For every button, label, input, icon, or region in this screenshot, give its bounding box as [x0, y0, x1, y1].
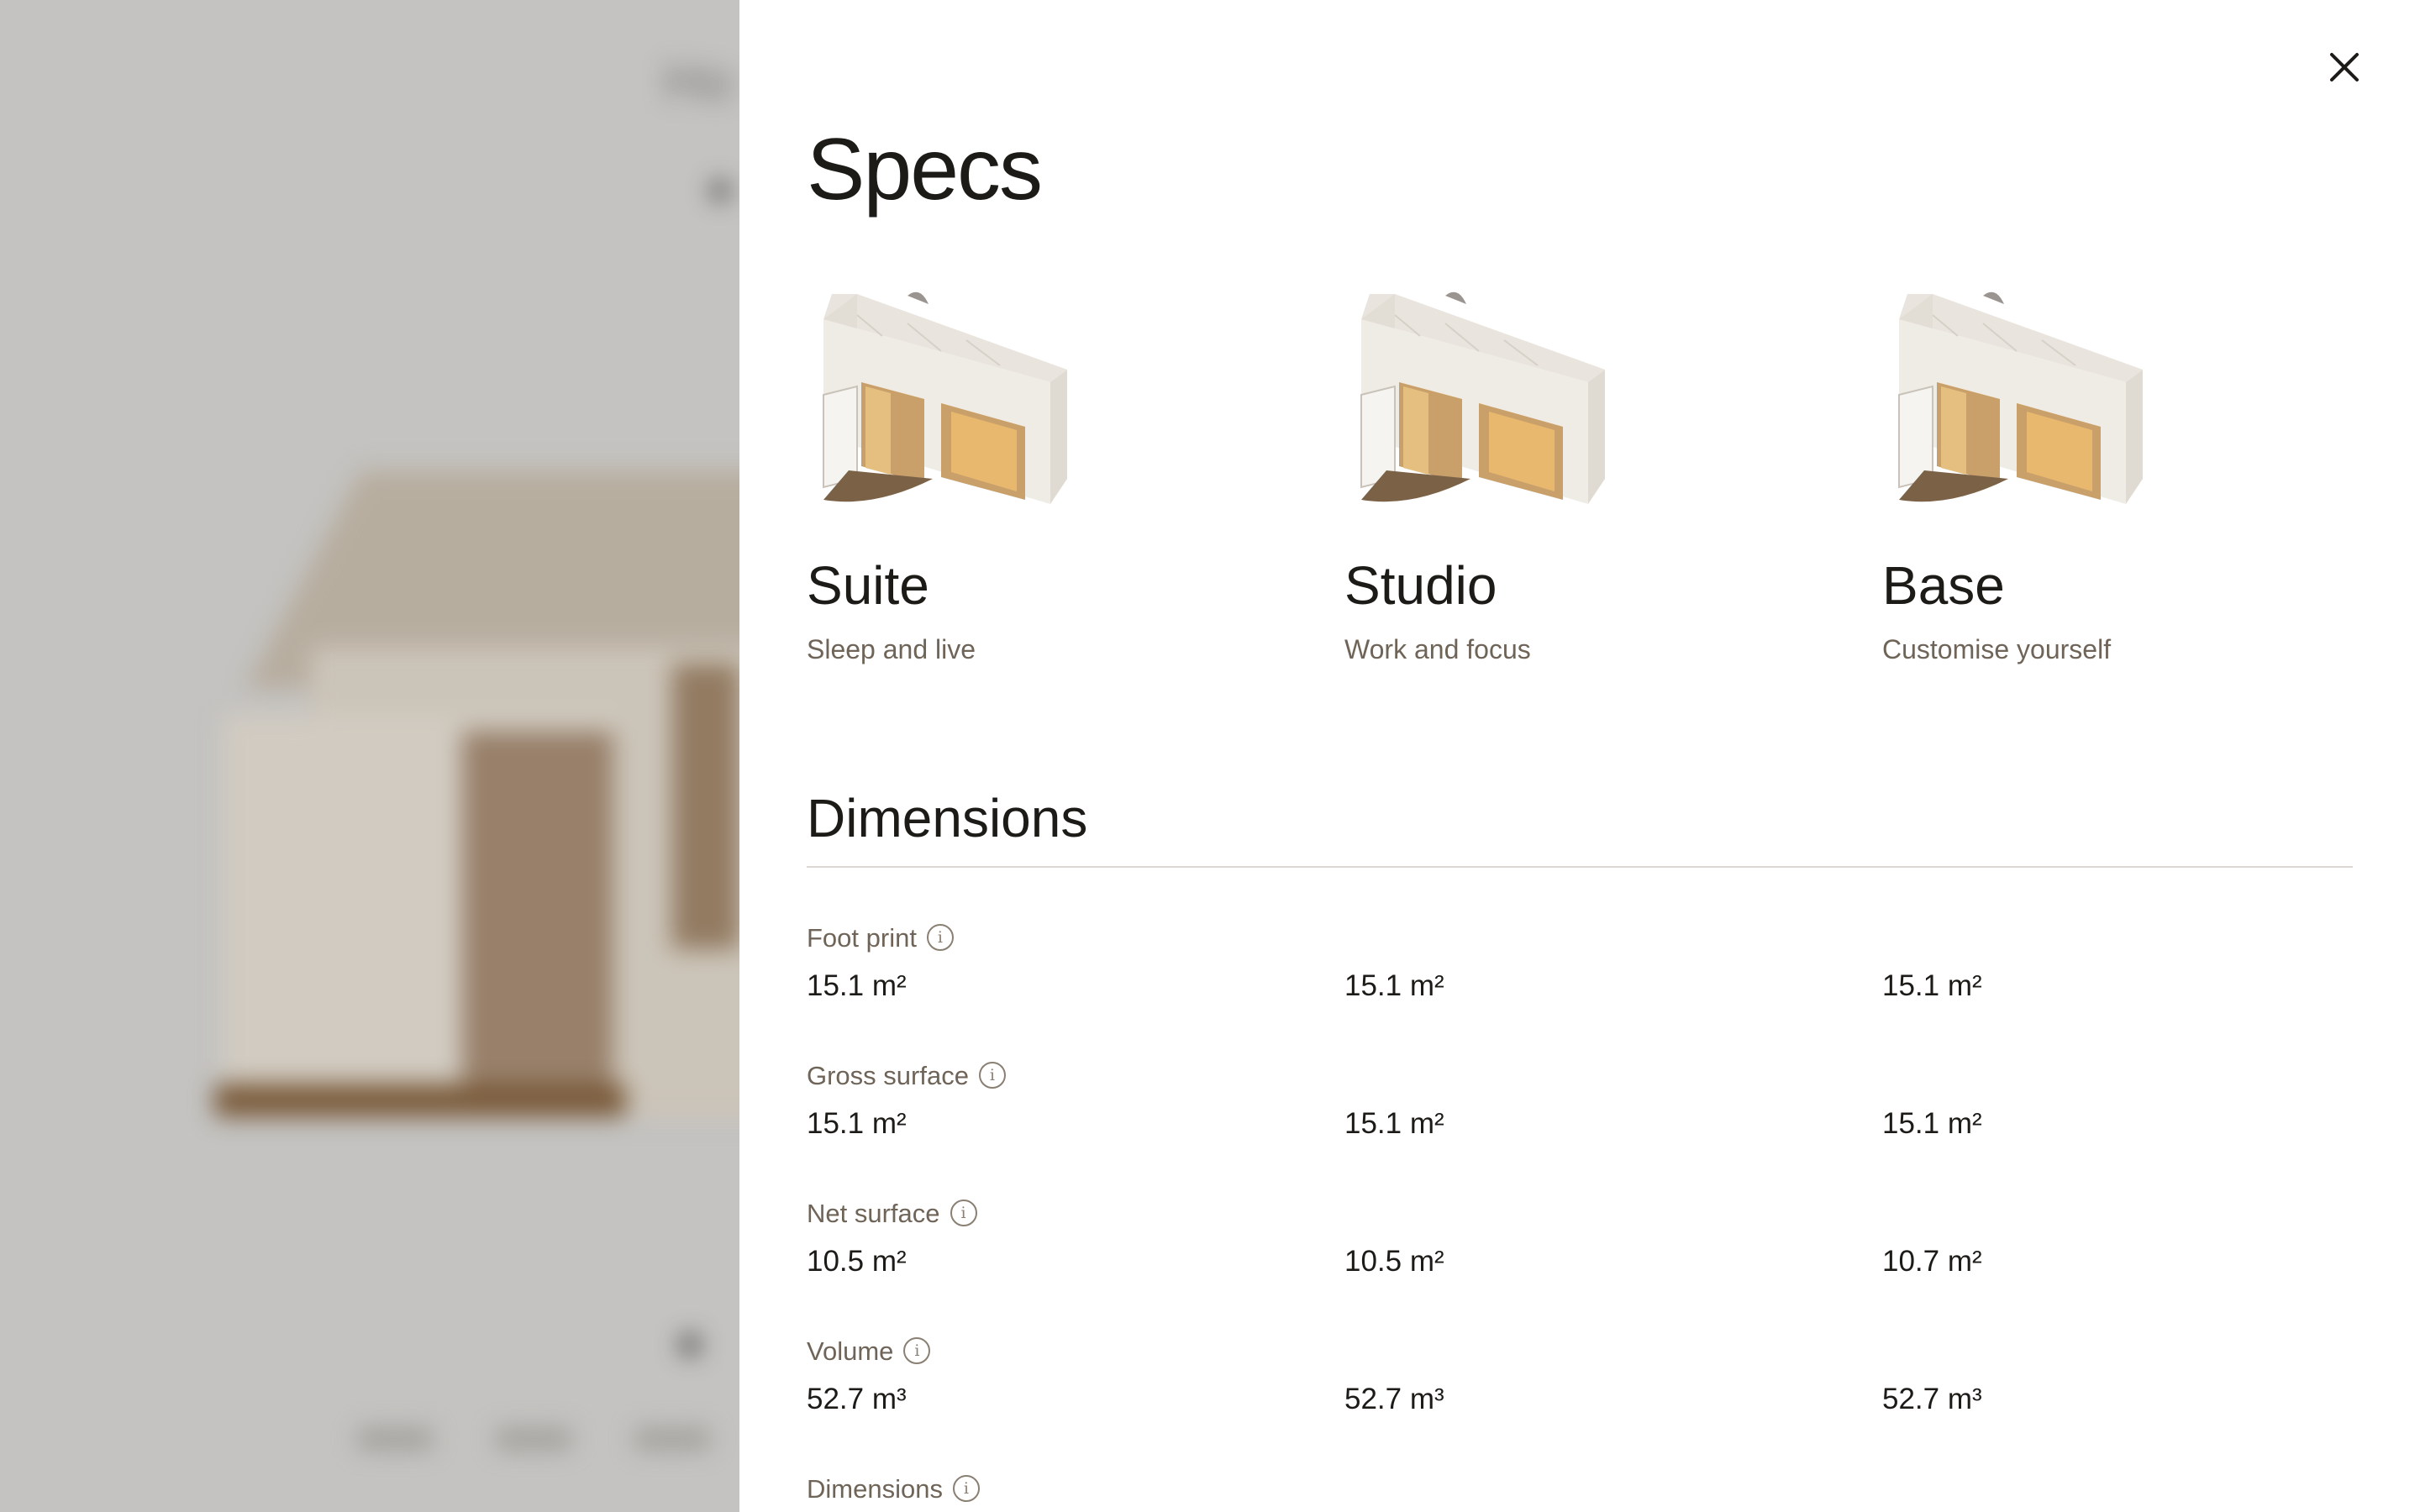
model-name: Suite: [807, 555, 929, 616]
spec-row-gross-surface: Gross surface i 15.1 m² 15.1 m² 15.1 m²: [807, 1062, 2353, 1163]
info-icon[interactable]: i: [978, 1062, 1006, 1089]
model-image: [823, 291, 1067, 504]
specs-panel: Specs Suite Sleep and live Studio Work a…: [739, 0, 2420, 1512]
spec-label-text: Dimensions: [807, 1473, 943, 1504]
spec-value-suite: 52.7 m³: [807, 1383, 907, 1415]
spec-label: Foot print i: [807, 924, 954, 951]
close-icon: [2330, 53, 2359, 81]
model-tagline: Customise yourself: [1882, 634, 2112, 664]
spec-value-studio: 15.1 m²: [1344, 969, 1444, 1002]
background-house-window: [462, 731, 613, 1084]
close-button[interactable]: [2311, 34, 2378, 101]
spec-value-studio: 10.5 m²: [1344, 1245, 1444, 1278]
background-label: [357, 1428, 433, 1450]
spec-row-dimensions: Dimensions i: [807, 1475, 2353, 1512]
info-icon[interactable]: i: [926, 924, 954, 951]
model-name: Studio: [1344, 555, 1497, 616]
dimensions-heading: Dimensions: [807, 788, 1088, 848]
info-icon[interactable]: i: [950, 1200, 977, 1226]
spec-value-suite: 10.5 m²: [807, 1245, 907, 1278]
spec-value-base: 15.1 m²: [1882, 969, 1982, 1002]
spec-value-studio: 52.7 m³: [1344, 1383, 1444, 1415]
background-carousel-dot: [679, 1334, 701, 1356]
model-list: Suite Sleep and live Studio Work and foc…: [807, 286, 2353, 680]
info-icon[interactable]: i: [903, 1337, 931, 1364]
spec-label-text: Net surface: [807, 1198, 940, 1228]
model-tagline: Work and focus: [1344, 634, 1531, 664]
spec-label-text: Gross surface: [807, 1060, 969, 1090]
spec-label-text: Volume: [807, 1336, 894, 1366]
spec-value-studio: 15.1 m²: [1344, 1107, 1444, 1140]
model-image: [1898, 291, 2143, 504]
background-label: [634, 1428, 710, 1450]
info-icon[interactable]: i: [952, 1475, 980, 1502]
spec-row-foot-print: Foot print i 15.1 m² 15.1 m² 15.1 m²: [807, 924, 2353, 1025]
model-image: [1360, 291, 1605, 504]
model-base: Base Customise yourself: [1882, 286, 2302, 663]
background-house-deck: [214, 1084, 626, 1117]
background-dot: [710, 181, 730, 201]
spec-value-suite: 15.1 m²: [807, 969, 907, 1002]
background-house-window: [672, 664, 739, 949]
section-divider: [807, 866, 2353, 868]
model-name: Base: [1882, 555, 2005, 616]
spec-row-volume: Volume i 52.7 m³ 52.7 m³ 52.7 m³: [807, 1337, 2353, 1438]
model-suite: Suite Sleep and live: [807, 286, 1227, 663]
spec-value-base: 10.7 m²: [1882, 1245, 1982, 1278]
spec-label: Net surface i: [807, 1200, 977, 1226]
background-heading: Ho: [664, 51, 733, 112]
spec-value-suite: 15.1 m²: [807, 1107, 907, 1140]
spec-label: Volume i: [807, 1336, 931, 1366]
spec-label-text: Foot print: [807, 922, 917, 953]
spec-label: Dimensions i: [807, 1475, 980, 1502]
spec-value-base: 52.7 m³: [1882, 1383, 1982, 1415]
spec-row-net-surface: Net surface i 10.5 m² 10.5 m² 10.7 m²: [807, 1200, 2353, 1300]
panel-title: Specs: [807, 121, 1043, 218]
model-tagline: Sleep and live: [807, 634, 976, 664]
background-label: [496, 1428, 571, 1450]
model-studio: Studio Work and focus: [1344, 286, 1765, 663]
spec-value-base: 15.1 m²: [1882, 1107, 1982, 1140]
spec-label: Gross surface i: [807, 1062, 1006, 1089]
